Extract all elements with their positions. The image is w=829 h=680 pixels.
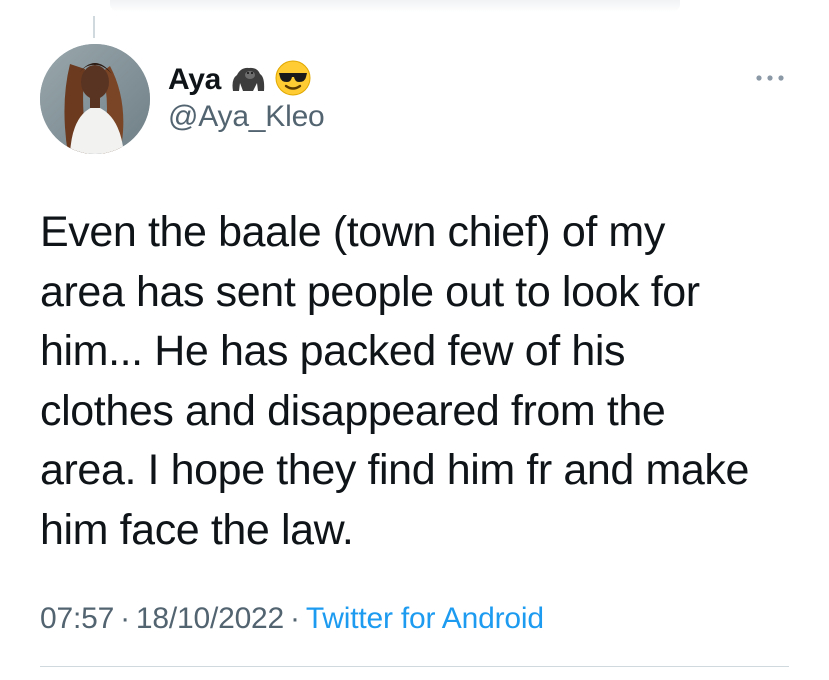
- tweet-source-link[interactable]: Twitter for Android: [306, 602, 544, 635]
- author-name-row: Aya: [168, 60, 325, 100]
- tweet-author[interactable]: Aya @Aya_Kleo: [168, 60, 325, 134]
- tweet-metadata: 07:57 · 18/10/2022 · Twitter for Android: [40, 602, 544, 636]
- tweet-text: Even the baale (town chief) of my area h…: [40, 203, 800, 560]
- author-handle[interactable]: @Aya_Kleo: [168, 100, 325, 134]
- thread-connector-line: [93, 16, 95, 38]
- previous-tweet-edge: [110, 0, 680, 12]
- tweet-date[interactable]: 18/10/2022: [136, 602, 284, 635]
- divider: [40, 666, 789, 667]
- meta-separator: ·: [120, 602, 130, 635]
- ellipsis-icon: [756, 75, 784, 81]
- tweet-text-line: him... He has packed few of his: [40, 327, 626, 375]
- tweet-text-line: Even the baale (town chief) of my: [40, 208, 665, 256]
- gorilla-icon: [229, 63, 267, 98]
- sunglasses-face-icon: [275, 60, 311, 101]
- tweet-text-line: him face the law.: [40, 505, 354, 554]
- tweet-text-line: area has sent people out to look for: [40, 267, 700, 316]
- tweet-text-line: clothes and disappeared from the: [40, 386, 666, 435]
- more-options-button[interactable]: [752, 64, 788, 92]
- avatar[interactable]: [40, 44, 150, 154]
- tweet-time[interactable]: 07:57: [40, 602, 114, 635]
- tweet-detail: Aya @Aya_Kleo Even the baale (town chief…: [0, 0, 829, 680]
- meta-separator: ·: [290, 602, 300, 635]
- tweet-text-line: area. I hope they find him fr and make: [40, 446, 750, 494]
- author-display-name[interactable]: Aya: [168, 63, 221, 97]
